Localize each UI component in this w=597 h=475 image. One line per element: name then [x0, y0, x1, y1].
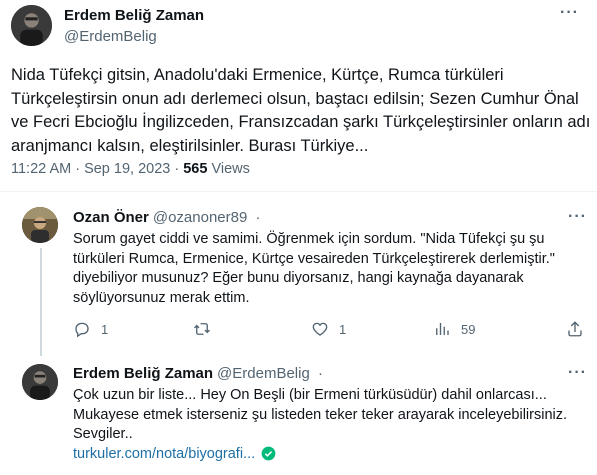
- like-action[interactable]: 1: [311, 320, 346, 338]
- views-count: 59: [461, 321, 476, 337]
- author-handle[interactable]: @ErdemBelig: [64, 28, 157, 45]
- avatar-photo: [22, 364, 58, 400]
- more-options-icon[interactable]: ···: [568, 364, 587, 382]
- tweet-meta: 11:22 AM · Sep 19, 2023 · 565 Views: [11, 161, 250, 177]
- heart-icon: [312, 322, 328, 336]
- author-name[interactable]: Erdem Beliğ Zaman: [64, 7, 204, 24]
- reply-avatar[interactable]: [22, 364, 58, 400]
- author-avatar[interactable]: [11, 5, 52, 46]
- reply-author-handle[interactable]: @ozanoner89: [153, 209, 247, 226]
- reply-icon: [75, 322, 89, 338]
- green-check-icon: [261, 447, 276, 461]
- thread-connector: [40, 248, 42, 356]
- retweet-action[interactable]: [193, 320, 221, 338]
- reply-body: Çok uzun bir liste... Hey On Beşli (bir …: [73, 387, 568, 443]
- reply-text: Çok uzun bir liste... Hey On Beşli (bir …: [73, 386, 583, 464]
- reply-count: 1: [101, 321, 109, 337]
- more-options-icon[interactable]: ···: [568, 208, 587, 226]
- avatar-photo: [11, 5, 52, 46]
- share-action[interactable]: [566, 320, 584, 338]
- tweet-text: Nida Tüfekçi gitsin, Anadolu'daki Ermeni…: [11, 66, 591, 155]
- separator-dot: ·: [255, 209, 261, 226]
- reply-avatar[interactable]: [22, 207, 58, 243]
- reply-text: Sorum gayet ciddi ve samimi. Öğrenmek iç…: [73, 231, 555, 306]
- views-label: Views: [207, 161, 250, 177]
- reply-author-name[interactable]: Erdem Beliğ Zaman: [73, 365, 213, 382]
- views-count: 565: [183, 161, 208, 177]
- tweet-timestamp[interactable]: 11:22 AM · Sep 19, 2023 ·: [11, 161, 183, 177]
- like-count: 1: [339, 321, 347, 337]
- retweet-icon: [194, 323, 210, 335]
- reply-author: Erdem Beliğ Zaman @ErdemBelig ·: [73, 365, 323, 382]
- reply-link[interactable]: turkuler.com/nota/biyografi...: [73, 446, 255, 462]
- divider: [0, 191, 597, 192]
- bar-chart-icon: [436, 323, 449, 335]
- avatar-photo: [22, 207, 58, 243]
- reply-author-name[interactable]: Ozan Öner: [73, 209, 149, 226]
- share-icon: [568, 321, 582, 337]
- reply-author-handle[interactable]: @ErdemBelig: [217, 365, 310, 382]
- more-options-icon[interactable]: ···: [560, 4, 579, 22]
- reply-action[interactable]: 1: [73, 320, 108, 338]
- separator-dot: ·: [317, 365, 323, 382]
- reply-author: Ozan Öner @ozanoner89 ·: [73, 209, 261, 226]
- views-action[interactable]: 59: [433, 320, 475, 338]
